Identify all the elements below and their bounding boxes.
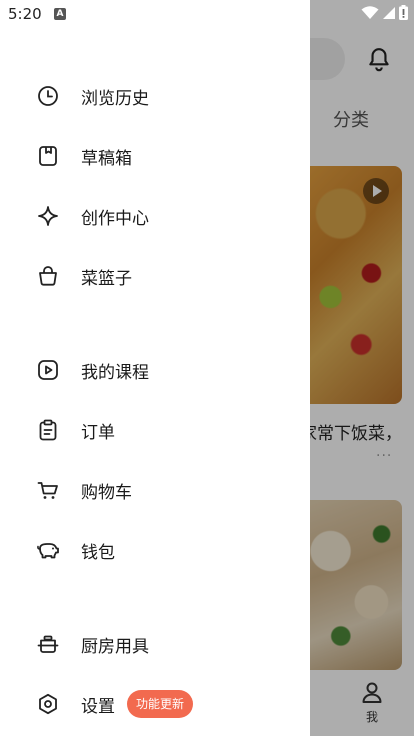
- menu-item-courses[interactable]: 我的课程: [0, 348, 310, 392]
- signal-icon: [383, 6, 395, 19]
- menu-item-history[interactable]: 浏览历史: [0, 74, 310, 118]
- clipboard-icon: [36, 418, 60, 442]
- clock-icon: [36, 84, 60, 108]
- pot-icon: [36, 632, 60, 656]
- menu-item-label: 草稿箱: [81, 148, 132, 169]
- menu-item-cart[interactable]: 购物车: [0, 468, 310, 512]
- notification-icon: A: [54, 8, 66, 20]
- sparkle-icon: [36, 204, 60, 228]
- menu-item-label: 我的课程: [81, 362, 149, 383]
- cart-icon: [36, 478, 60, 502]
- menu-item-drafts[interactable]: 草稿箱: [0, 134, 310, 178]
- piggy-bank-icon: [36, 538, 60, 562]
- menu-item-label: 菜篮子: [81, 268, 132, 289]
- status-time: 5:20: [8, 5, 42, 23]
- menu-item-settings[interactable]: 设置 功能更新: [0, 682, 310, 726]
- menu-item-creator-center[interactable]: 创作中心: [0, 194, 310, 238]
- menu-item-label: 购物车: [81, 482, 132, 503]
- settings-icon: [36, 692, 60, 716]
- status-bar: 5:20 A: [0, 0, 414, 28]
- menu-item-label: 浏览历史: [81, 88, 149, 109]
- menu-item-basket[interactable]: 菜篮子: [0, 254, 310, 298]
- menu-item-kitchenware[interactable]: 厨房用具: [0, 622, 310, 666]
- wifi-icon: [361, 5, 379, 19]
- menu-item-wallet[interactable]: 钱包: [0, 528, 310, 572]
- basket-icon: [36, 264, 60, 288]
- menu-item-label: 设置: [81, 696, 115, 717]
- navigation-drawer: 浏览历史 草稿箱 创作中心 菜篮子 我的课程 订单 购物车 钱包 厨房用具 设置…: [0, 0, 310, 736]
- menu-item-label: 钱包: [81, 542, 115, 563]
- menu-item-orders[interactable]: 订单: [0, 408, 310, 452]
- menu-item-label: 厨房用具: [81, 636, 149, 657]
- battery-icon: [399, 5, 408, 20]
- play-icon: [36, 358, 60, 382]
- menu-item-label: 创作中心: [81, 208, 149, 229]
- menu-item-label: 订单: [81, 422, 115, 443]
- update-badge: 功能更新: [127, 690, 194, 718]
- draft-icon: [36, 144, 60, 168]
